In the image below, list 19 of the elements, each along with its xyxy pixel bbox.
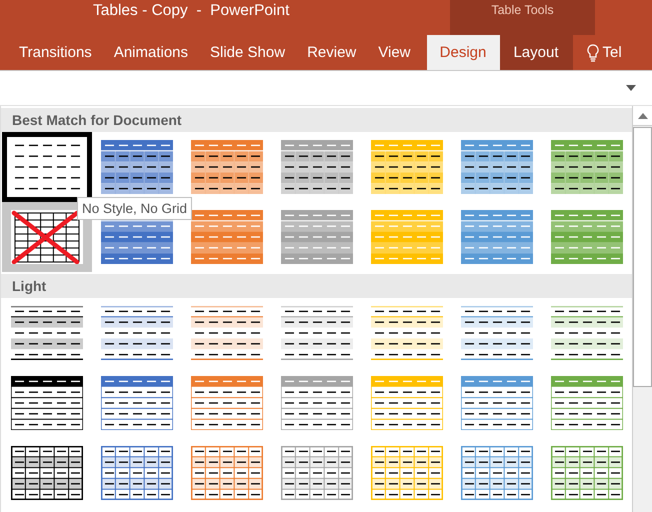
section-header: Light — [1, 274, 632, 298]
dropdown-arrow-icon[interactable] — [626, 85, 636, 91]
table-style-option[interactable] — [2, 132, 92, 202]
lightbulb-icon[interactable] — [586, 44, 598, 62]
ribbon-tab[interactable]: View — [378, 35, 410, 70]
ribbon-tab[interactable]: Review — [307, 35, 356, 70]
window-title: Tables - Copy - PowerPoint — [92, 1, 290, 21]
ribbon-tab[interactable]: Layout — [500, 35, 572, 70]
ribbon-tab[interactable]: Transitions — [19, 35, 92, 70]
scroll-up-button[interactable] — [633, 106, 652, 126]
tooltip: No Style, No Grid — [77, 197, 192, 220]
up-arrow-icon[interactable] — [638, 112, 648, 118]
tell-me-label[interactable]: Tel — [602, 44, 622, 61]
ribbon-tab[interactable]: Design — [426, 35, 500, 70]
contextual-tab-group-label: Table Tools — [450, 0, 595, 35]
section-header: Best Match for Document — [1, 108, 632, 132]
ribbon-tab[interactable]: Animations — [114, 35, 188, 70]
scrollbar-thumb[interactable] — [633, 127, 652, 387]
ribbon-tab[interactable]: Slide Show — [210, 35, 286, 70]
